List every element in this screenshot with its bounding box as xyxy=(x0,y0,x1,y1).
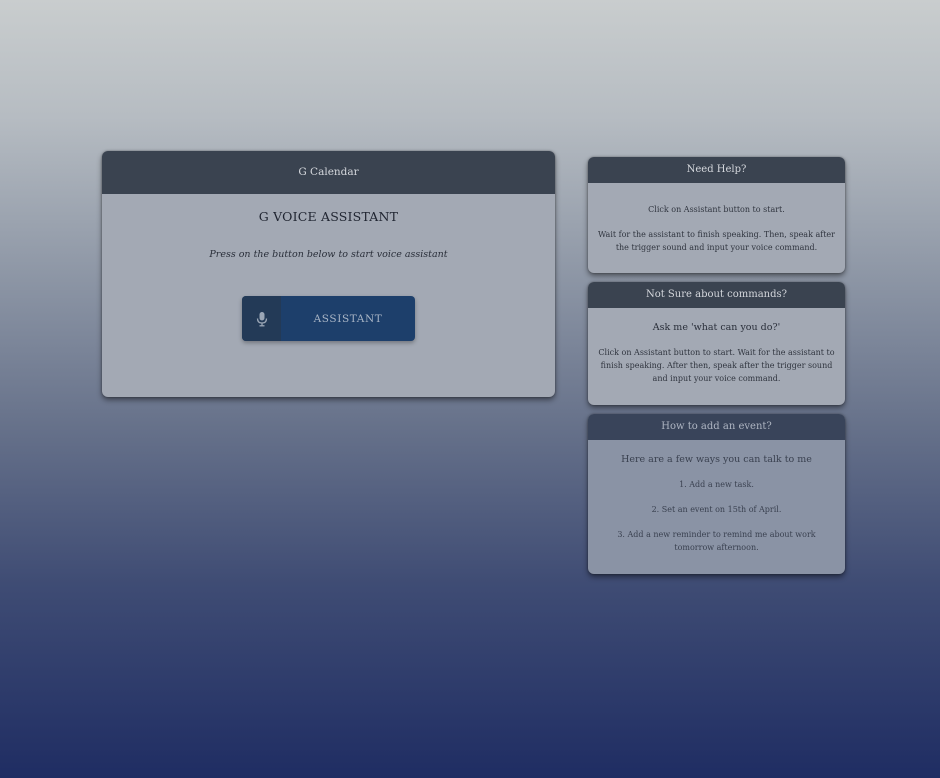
help-text: Click on Assistant button to start. Wait… xyxy=(598,348,835,383)
list-item: 1. Add a new task. xyxy=(679,480,754,489)
list-item: 2. Set an event on 15th of April. xyxy=(651,505,782,514)
instruction-text: Press on the button below to start voice… xyxy=(209,249,448,260)
microphone-icon xyxy=(242,296,281,341)
need-help-card: Need Help? Click on Assistant button to … xyxy=(588,157,845,273)
voice-assistant-card: G Calendar G VOICE ASSISTANT Press on th… xyxy=(102,151,555,397)
help-lead: Here are a few ways you can talk to me xyxy=(621,454,812,465)
assistant-button-label: ASSISTANT xyxy=(313,312,383,325)
help-text: Wait for the assistant to finish speakin… xyxy=(598,230,835,252)
assistant-button[interactable]: ASSISTANT xyxy=(242,296,415,341)
add-event-help-card: How to add an event? Here are a few ways… xyxy=(588,414,845,574)
card-header: How to add an event? xyxy=(588,414,845,440)
card-header: G Calendar xyxy=(102,151,555,194)
card-header: Need Help? xyxy=(588,157,845,183)
card-header: Not Sure about commands? xyxy=(588,282,845,308)
help-text: Click on Assistant button to start. xyxy=(648,205,785,214)
commands-help-card: Not Sure about commands? Ask me 'what ca… xyxy=(588,282,845,405)
help-lead: Ask me 'what can you do?' xyxy=(652,322,781,333)
list-item: 3. Add a new reminder to remind me about… xyxy=(617,530,816,552)
page-title: G VOICE ASSISTANT xyxy=(258,209,399,224)
